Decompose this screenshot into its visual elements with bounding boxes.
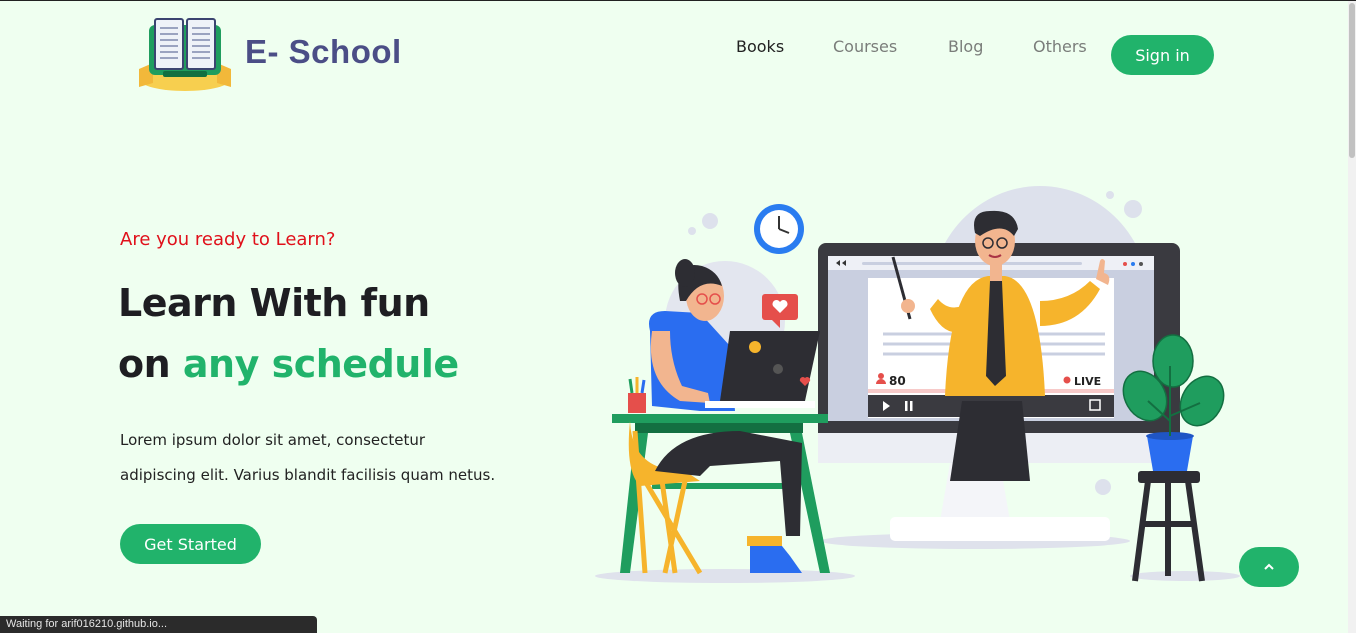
live-badge: LIVE (1074, 375, 1101, 388)
hero-illustration: 80 LIVE (595, 186, 1240, 583)
hero-description-line2: adipiscing elit. Varius blandit facilisi… (120, 466, 496, 484)
hero-title-line2: on any schedule (118, 342, 459, 386)
hero-eyebrow: Are you ready to Learn? (120, 229, 336, 250)
hero-title-line1: Learn With fun (118, 281, 430, 325)
hero-title-highlight: any schedule (182, 342, 459, 386)
scrollbar-thumb[interactable] (1349, 3, 1355, 158)
viewer-count: 80 (889, 374, 906, 388)
hero-description: Lorem ipsum dolor sit amet, consectetur … (120, 423, 540, 493)
open-book-logo-icon[interactable] (135, 13, 235, 95)
nav-courses[interactable]: Courses (833, 37, 897, 56)
signin-button[interactable]: Sign in (1111, 35, 1214, 75)
hero-description-line1: Lorem ipsum dolor sit amet, consectetur (120, 431, 426, 449)
nav-others[interactable]: Others (1033, 37, 1087, 56)
clock-icon (754, 204, 804, 254)
nav-books[interactable]: Books (736, 37, 784, 56)
nav-blog[interactable]: Blog (948, 37, 983, 56)
chevron-up-icon (1264, 563, 1274, 570)
browser-status-bar: Waiting for arif016210.github.io... (0, 616, 317, 633)
hero-title-prefix: on (118, 342, 171, 386)
get-started-button[interactable]: Get Started (120, 524, 261, 564)
scroll-top-button[interactable] (1239, 547, 1299, 587)
page-scrollbar[interactable] (1348, 1, 1356, 633)
brand-name[interactable]: E- School (245, 33, 402, 71)
